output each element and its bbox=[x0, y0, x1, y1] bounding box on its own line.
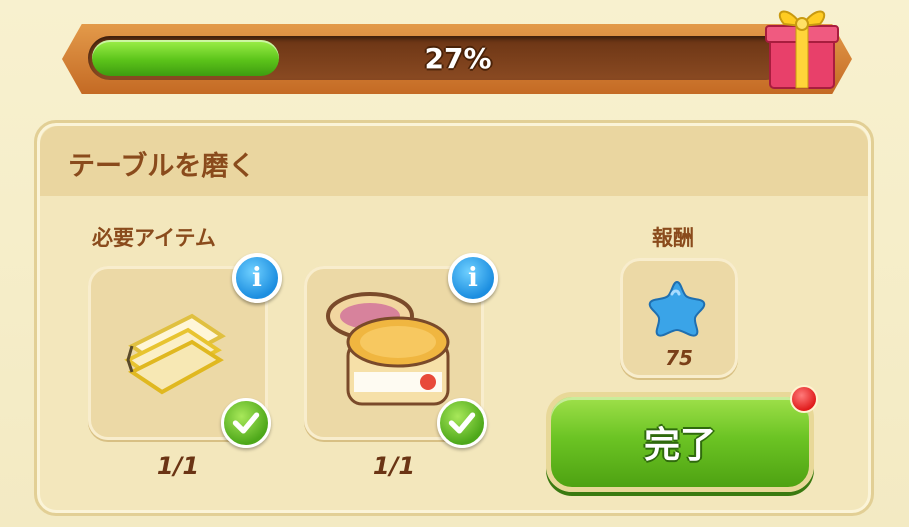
progress-percent-label: 27% bbox=[424, 41, 492, 75]
blue-star-icon bbox=[648, 280, 706, 337]
game-screen: 27% テーブルを磨く 必要アイテム 報酬 i 1/1 i 1/1 75 完了 bbox=[0, 0, 909, 527]
complete-button[interactable]: 完了 bbox=[546, 392, 814, 492]
polish-jar-icon bbox=[326, 292, 450, 406]
task-title: テーブルを磨く bbox=[68, 151, 256, 182]
info-icon[interactable]: i bbox=[232, 253, 282, 303]
checkmark-icon bbox=[437, 398, 487, 448]
reward-amount: 75 bbox=[665, 346, 693, 370]
required-items-label: 必要アイテム bbox=[92, 226, 216, 250]
gift-box-icon[interactable] bbox=[762, 0, 842, 92]
notification-dot bbox=[790, 385, 818, 413]
checkmark-icon bbox=[221, 398, 271, 448]
cloth-icon bbox=[124, 313, 226, 395]
item-count: 1/1 bbox=[156, 452, 200, 480]
reward-label: 報酬 bbox=[652, 226, 694, 250]
info-icon[interactable]: i bbox=[448, 253, 498, 303]
complete-button-label: 完了 bbox=[643, 425, 716, 466]
item-count: 1/1 bbox=[372, 452, 416, 480]
